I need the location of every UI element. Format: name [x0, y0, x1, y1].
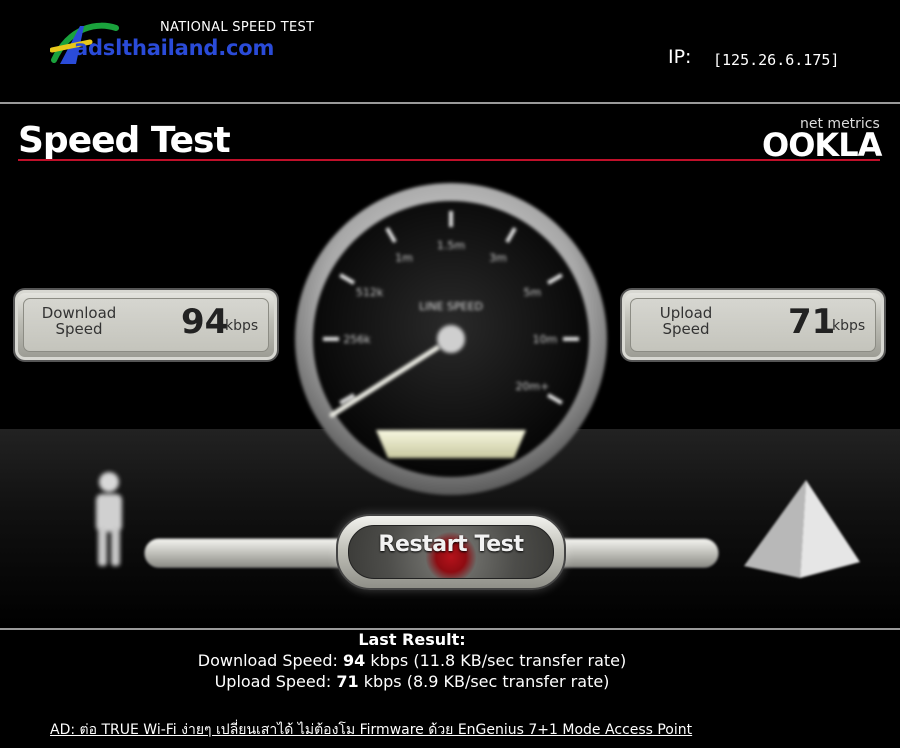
upload-label-line2: Speed: [662, 320, 710, 338]
ip-address: [125.26.6.175]: [713, 51, 840, 69]
last-upload-prefix: Upload Speed:: [214, 672, 337, 691]
site-header: NATIONAL SPEED TEST adslthailand.com IP:…: [0, 0, 900, 102]
download-speed-value: 94: [181, 302, 229, 342]
gauge-tick-label: 1m: [395, 252, 413, 265]
download-label-line2: Speed: [55, 320, 103, 338]
gauge-tick-label: 10m: [533, 333, 558, 346]
last-download-line: Download Speed: 94 kbps (11.8 KB/sec tra…: [0, 650, 824, 671]
last-upload-suffix: kbps (8.9 KB/sec transfer rate): [358, 672, 610, 691]
user-figure-icon: [96, 472, 122, 566]
last-upload-line: Upload Speed: 71 kbps (8.9 KB/sec transf…: [0, 671, 824, 692]
gauge-tick-label: 20m+: [515, 380, 549, 393]
server-pyramid-icon: [744, 480, 860, 578]
download-label: Download Speed: [29, 305, 129, 337]
gauge-center-label: LINE SPEED: [419, 300, 483, 313]
restart-button-label: Restart Test: [378, 532, 524, 557]
brand-name[interactable]: adslthailand.com: [74, 36, 274, 60]
last-download-value: 94: [343, 651, 366, 670]
upload-label-line1: Upload: [659, 304, 713, 322]
last-result-title: Last Result:: [358, 630, 466, 649]
ip-label: IP:: [668, 46, 692, 68]
brand-tagline: NATIONAL SPEED TEST: [160, 20, 315, 35]
gauge-tick-label: 3m: [489, 252, 507, 265]
gauge-readout-window: [376, 430, 526, 458]
upload-label: Upload Speed: [636, 305, 736, 337]
speedtest-panel: Speed Test net metrics OOKLA 256k 512k 1m 1…: [0, 104, 900, 628]
restart-test-button[interactable]: Restart Test: [336, 514, 566, 590]
download-speed-unit: kbps: [225, 318, 259, 334]
gauge-hub: [436, 324, 466, 354]
upload-speed-readout: Upload Speed 71 kbps: [620, 288, 886, 362]
last-result-summary: Last Result: Download Speed: 94 kbps (11…: [0, 630, 824, 692]
title-underline: [18, 159, 880, 161]
page-title: Speed Test: [18, 120, 231, 161]
gauge-tick-label: 1.5m: [437, 239, 465, 252]
upload-speed-unit: kbps: [832, 318, 866, 334]
last-download-suffix: kbps (11.8 KB/sec transfer rate): [365, 651, 627, 670]
advertisement-link[interactable]: AD: ต่อ TRUE Wi-Fi ง่ายๆ เปลี่ยนเสาได้ ไ…: [50, 719, 692, 741]
download-label-line1: Download: [41, 304, 117, 322]
gauge-tick-label: 512k: [356, 286, 384, 299]
speedometer-gauge: 256k 512k 1m 1.5m 3m 5m 10m 20m+ LINE SPEED: [295, 183, 607, 495]
ookla-logo: OOKLA: [762, 126, 882, 164]
last-download-prefix: Download Speed:: [197, 651, 343, 670]
gauge-tick-label: 5m: [524, 286, 542, 299]
gauge-tick-label: 256k: [343, 333, 371, 346]
download-speed-readout: Download Speed 94 kbps: [13, 288, 279, 362]
upload-speed-value: 71: [788, 302, 836, 342]
last-upload-value: 71: [336, 672, 359, 691]
